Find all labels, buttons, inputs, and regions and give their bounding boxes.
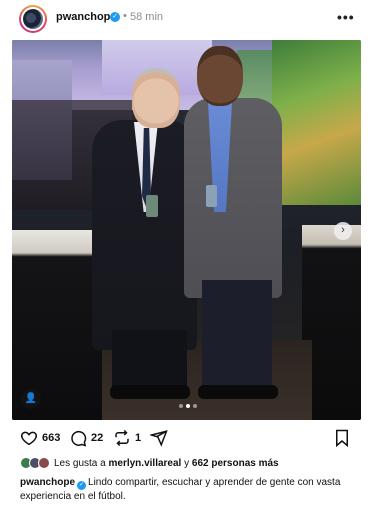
bookmark-icon <box>336 429 348 447</box>
comment-count: 22 <box>91 432 104 444</box>
post-caption: pwanchope ✓ Lindo compartir, escuchar y ap… <box>20 476 360 503</box>
post-timestamp: 58 min <box>130 11 164 23</box>
post-photo[interactable]: › 👤 <box>12 40 361 420</box>
action-bar: 663 22 1 <box>0 427 372 449</box>
save-button[interactable] <box>334 427 350 449</box>
avatar[interactable] <box>19 5 47 33</box>
carousel-dot <box>193 404 197 408</box>
like-count: 663 <box>42 432 61 444</box>
post-header: pwanchope ✓ • 58 min ••• <box>0 0 372 36</box>
verified-badge-icon: ✓ <box>77 481 87 490</box>
likes-summary[interactable]: Les gusta a merlyn.villareal y 662 perso… <box>20 456 279 470</box>
time-separator: • <box>123 10 127 22</box>
comment-button[interactable]: 22 <box>69 427 103 449</box>
caption-username[interactable]: pwanchope <box>20 477 75 488</box>
carousel-dot <box>179 404 183 408</box>
repost-button[interactable]: 1 <box>113 427 141 449</box>
likes-others-link[interactable]: 662 personas más <box>192 458 279 469</box>
likes-user-link[interactable]: merlyn.villareal <box>109 458 182 469</box>
verified-badge-icon: ✓ <box>110 12 120 22</box>
carousel-dot <box>186 404 190 408</box>
likes-prefix: Les gusta a <box>54 457 106 469</box>
tagged-users-icon[interactable]: 👤 <box>21 389 41 409</box>
liker-avatar <box>38 457 50 469</box>
send-icon <box>150 430 168 447</box>
more-options-icon[interactable]: ••• <box>337 9 355 25</box>
photo-video-wall <box>272 40 361 205</box>
post-username[interactable]: pwanchope <box>56 11 117 23</box>
like-button[interactable]: 663 <box>20 427 60 449</box>
likes-conjunction: y <box>184 457 190 469</box>
photo-person-right <box>184 98 282 298</box>
repost-count: 1 <box>135 432 142 444</box>
likes-text: Les gusta a merlyn.villareal y 662 perso… <box>54 458 279 469</box>
repost-icon <box>115 429 129 447</box>
carousel-next-icon[interactable]: › <box>334 222 352 240</box>
share-button[interactable] <box>150 427 168 449</box>
avatar-image <box>23 9 43 29</box>
heart-icon <box>20 431 38 446</box>
carousel-indicator <box>179 404 197 410</box>
comment-icon <box>71 430 87 447</box>
